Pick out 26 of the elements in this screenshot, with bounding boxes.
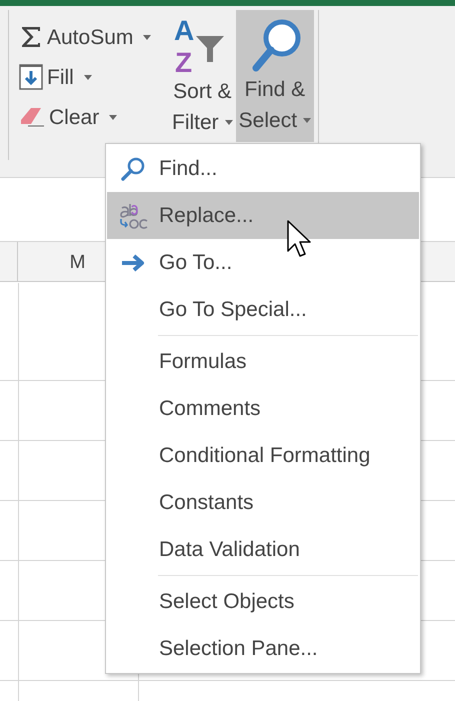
caret-icon [143,34,152,40]
menu-item[interactable]: Replace... [107,192,419,239]
menu-item[interactable]: Conditional Formatting [107,432,419,479]
caret-icon [109,114,118,120]
menu-item[interactable]: Constants [107,479,419,526]
sigma-icon [19,25,43,49]
caret-icon [84,74,92,80]
caret-icon [224,120,233,125]
caret-icon [303,118,312,123]
arrow-right-icon [120,252,146,272]
replace-icon [118,202,148,230]
menu-item[interactable]: Select Objects [107,578,419,625]
menu-item[interactable]: Formulas [107,338,419,385]
fill-down-icon [19,64,43,90]
menu-item[interactable]: Comments [107,385,419,432]
menu-item[interactable]: Data Validation [107,526,419,573]
eraser-icon [19,106,45,128]
ribbon-button[interactable]: Find & Select [236,10,314,142]
ribbon-button[interactable]: Clear [19,98,169,136]
ribbon-button[interactable]: A Z Sort & Filter [169,10,236,142]
menu-item[interactable]: Selection Pane... [107,625,419,672]
ribbon-button[interactable]: Fill [19,58,169,96]
ribbon-button[interactable]: AutoSum [19,18,169,56]
menu-item[interactable]: Go To Special... [107,286,419,333]
search-icon [120,156,146,182]
menu-item[interactable]: Find... [107,145,419,192]
